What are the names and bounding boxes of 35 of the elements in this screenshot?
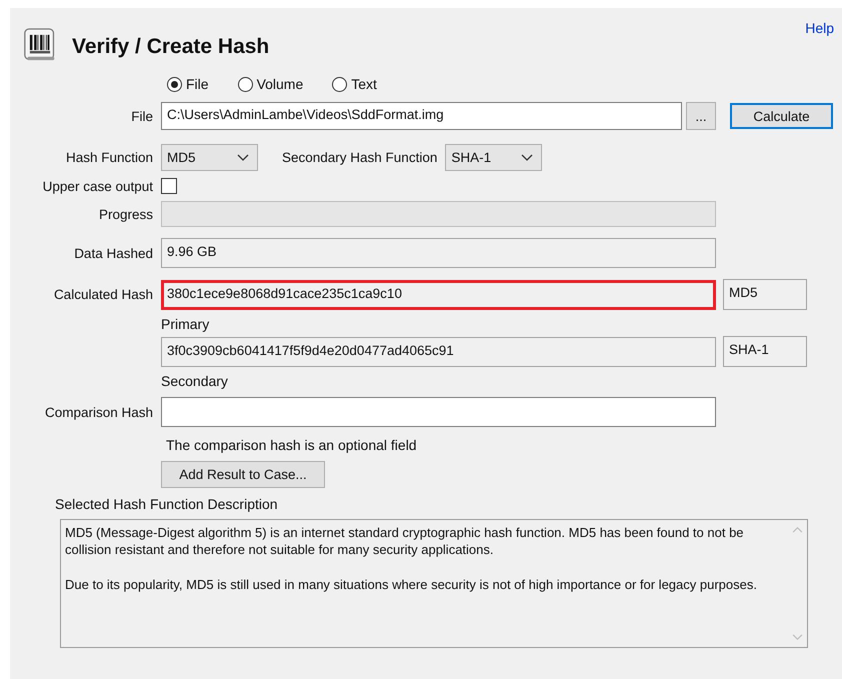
hash-caption: Secondary	[161, 373, 228, 389]
browse-button[interactable]: ...	[686, 102, 716, 130]
hint-text: The comparison hash is an optional field	[166, 437, 417, 453]
help-link[interactable]: Help	[805, 20, 834, 36]
description-text: Due to its popularity, MD5 is still used in many situations where security is not of high importance or for legacy purposes.	[65, 576, 758, 593]
comparison-hash-field[interactable]	[161, 397, 716, 427]
radio-option[interactable]: Volume	[238, 76, 304, 92]
calculate-button[interactable]: Calculate	[730, 103, 833, 129]
secondary-hash-dropdown[interactable]: SHA-1	[445, 144, 542, 171]
field-label: Calculated Hash	[54, 287, 153, 302]
window-title: Verify / Create Hash	[72, 35, 270, 59]
section-label: Selected Hash Function Description	[55, 496, 279, 512]
hash-value-field: 380c1ece9e8068d91cace235c1ca9c10	[161, 280, 716, 310]
barcode-icon	[24, 27, 56, 63]
algorithm-field: SHA-1	[723, 336, 807, 367]
radio-option[interactable]: Text	[332, 76, 377, 92]
upper-case-checkbox[interactable]	[161, 178, 177, 194]
hash-caption: Primary	[161, 316, 210, 332]
add-result-button[interactable]: Add Result to Case...	[161, 461, 325, 488]
field-label: Progress	[98, 206, 153, 222]
description-text: MD5 (Message-Digest algorithm 5) is an internet standard cryptographic hash function. MD5 has been found to not be collision resistant and therefore not suitable for many security applications.	[65, 524, 745, 558]
field-label: Comparison Hash	[44, 404, 153, 420]
field-label: File	[131, 108, 153, 124]
radio-option[interactable]: File	[167, 76, 209, 92]
file-path-field[interactable]: C:\Users\AdminLambe\Videos\SddFormat.img	[161, 102, 682, 130]
data-hashed-field: 9.96 GB	[161, 238, 716, 268]
field-label: Upper case output	[42, 178, 153, 194]
field-label: Hash Function	[66, 150, 153, 165]
scroll-down-icon	[792, 634, 802, 641]
hash-value-field: 3f0c3909cb6041417f5f9d4e20d0477ad4065c91	[161, 336, 716, 366]
algorithm-field: MD5	[723, 279, 807, 310]
scroll-up-icon	[792, 526, 802, 533]
field-label: Data Hashed	[74, 246, 153, 260]
hash-function-dropdown[interactable]: MD5	[161, 144, 258, 171]
field-label: Secondary Hash Function	[282, 150, 438, 165]
